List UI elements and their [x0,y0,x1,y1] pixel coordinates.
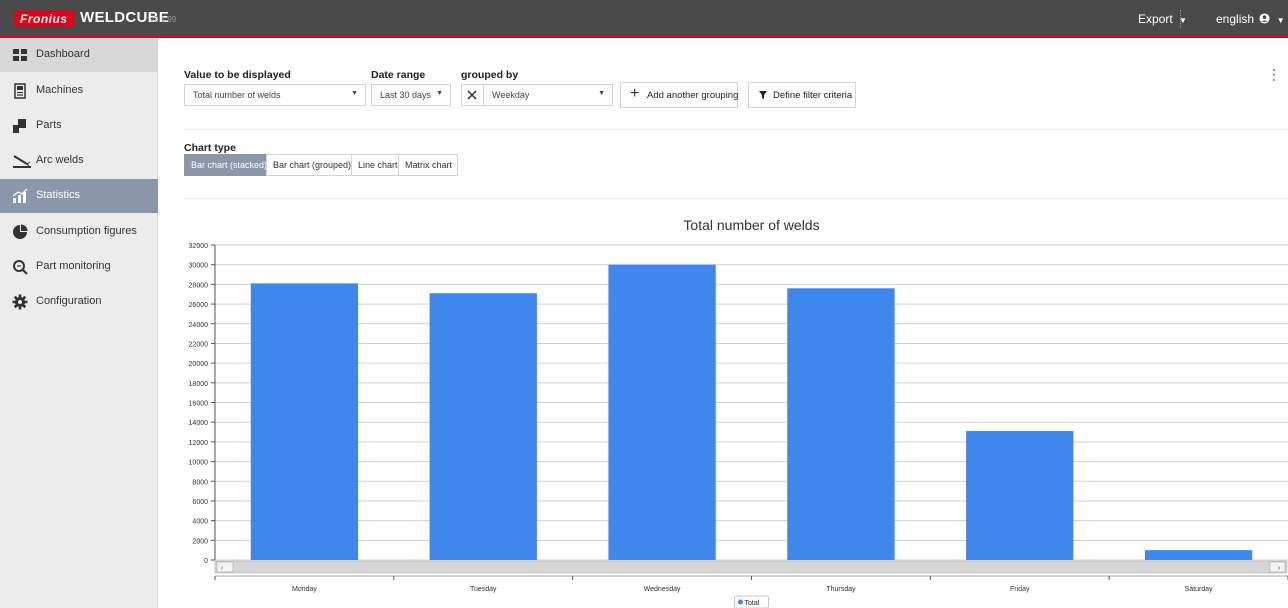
header-divider [1180,10,1182,28]
sidebar-item-arc-welds[interactable]: Arc welds [0,144,158,178]
y-tick-label: 2000 [192,538,208,545]
legend-marker [738,599,743,605]
search-icon [13,260,28,275]
sidebar-item-statistics[interactable]: Statistics [0,179,158,213]
statistics-icon [12,188,28,203]
sidebar-item-part-monitoring[interactable]: Part monitoring [0,250,158,284]
bar-chart: Total number of welds 0 2000 4000 6000 8000 10… [189,217,1288,608]
y-tick-label: 18000 [189,381,209,388]
chart-scrollbar [214,560,1288,574]
pie-chart-icon [13,224,28,239]
scrollbar-left-handle [216,561,234,573]
sidebar-item-machines[interactable]: Machines [0,74,158,108]
y-tick-label: 14000 [189,420,209,427]
sidebar-item-label: Configuration [36,295,102,307]
sidebar-item-consumption-figures[interactable]: Consumption figures [0,215,158,249]
export-label: Export [1138,12,1173,26]
sidebar-item-label: Statistics [36,189,81,201]
sidebar-item-label: Machines [36,84,84,96]
sidebar-item-parts[interactable]: Parts [0,109,158,143]
y-tick-label: 8000 [192,479,208,486]
x-tick-label: Tuesday [470,586,497,593]
y-tick-label: 0 [204,558,208,565]
x-tick-label: Wednesday [644,586,681,593]
bar-wednesday [608,264,716,560]
parts-icon [13,119,26,133]
language-label: english [1216,12,1255,26]
y-tick-label: 6000 [192,499,208,506]
top-bar: Fronius WELDCUBE v2.1.99 Export ▼ englis… [0,0,1288,38]
bar-saturday [1144,550,1253,560]
y-tick-label: 20000 [189,361,209,368]
y-tick-label: 26000 [189,302,209,309]
sidebar-item-label: Consumption figures [36,225,137,237]
y-tick-label: 22000 [189,341,209,348]
sidebar: Dashboard Machines Parts Arc welds Stati… [0,38,158,608]
y-tick-label: 4000 [192,519,208,526]
machine-icon [14,83,26,99]
sidebar-item-label: Part monitoring [36,260,111,272]
x-tick-label: Saturday [1185,586,1214,593]
chevron-down-icon: ▼ [1276,16,1285,25]
x-tick-label: Thursday [826,586,856,593]
bar-tuesday [429,293,537,560]
fronius-logo[interactable]: Fronius [14,11,74,27]
bar-friday [966,431,1074,560]
dashboard-icon [13,49,27,61]
y-tick-label: 30000 [189,263,209,270]
legend-label: Total [745,600,760,607]
y-tick-label: 16000 [189,401,209,408]
bar-thursday [787,288,895,560]
sidebar-item-configuration[interactable]: Configuration [0,285,158,319]
language-menu-button[interactable]: english ▼ [1216,12,1285,26]
x-tick-label: Friday [1010,586,1030,593]
app-version: v2.1.99 [150,15,177,24]
main-content: Value to be displayed Total number of we… [158,38,1288,608]
sidebar-item-label: Arc welds [36,154,84,166]
arc-weld-icon [13,155,31,168]
sidebar-item-label: Parts [36,119,62,131]
y-tick-label: 28000 [189,282,209,289]
y-tick-label: 32000 [189,243,209,250]
x-tick-label: Monday [292,586,317,593]
chart-title: Total number of welds [683,217,819,233]
sidebar-item-dashboard[interactable]: Dashboard [0,38,158,72]
gear-icon [12,294,28,310]
bar-monday [250,283,359,560]
y-tick-label: 10000 [189,460,209,467]
user-circle-icon [1259,13,1270,24]
y-tick-label: 24000 [189,322,209,329]
sidebar-item-label: Dashboard [36,48,90,60]
y-tick-label: 12000 [189,440,209,447]
